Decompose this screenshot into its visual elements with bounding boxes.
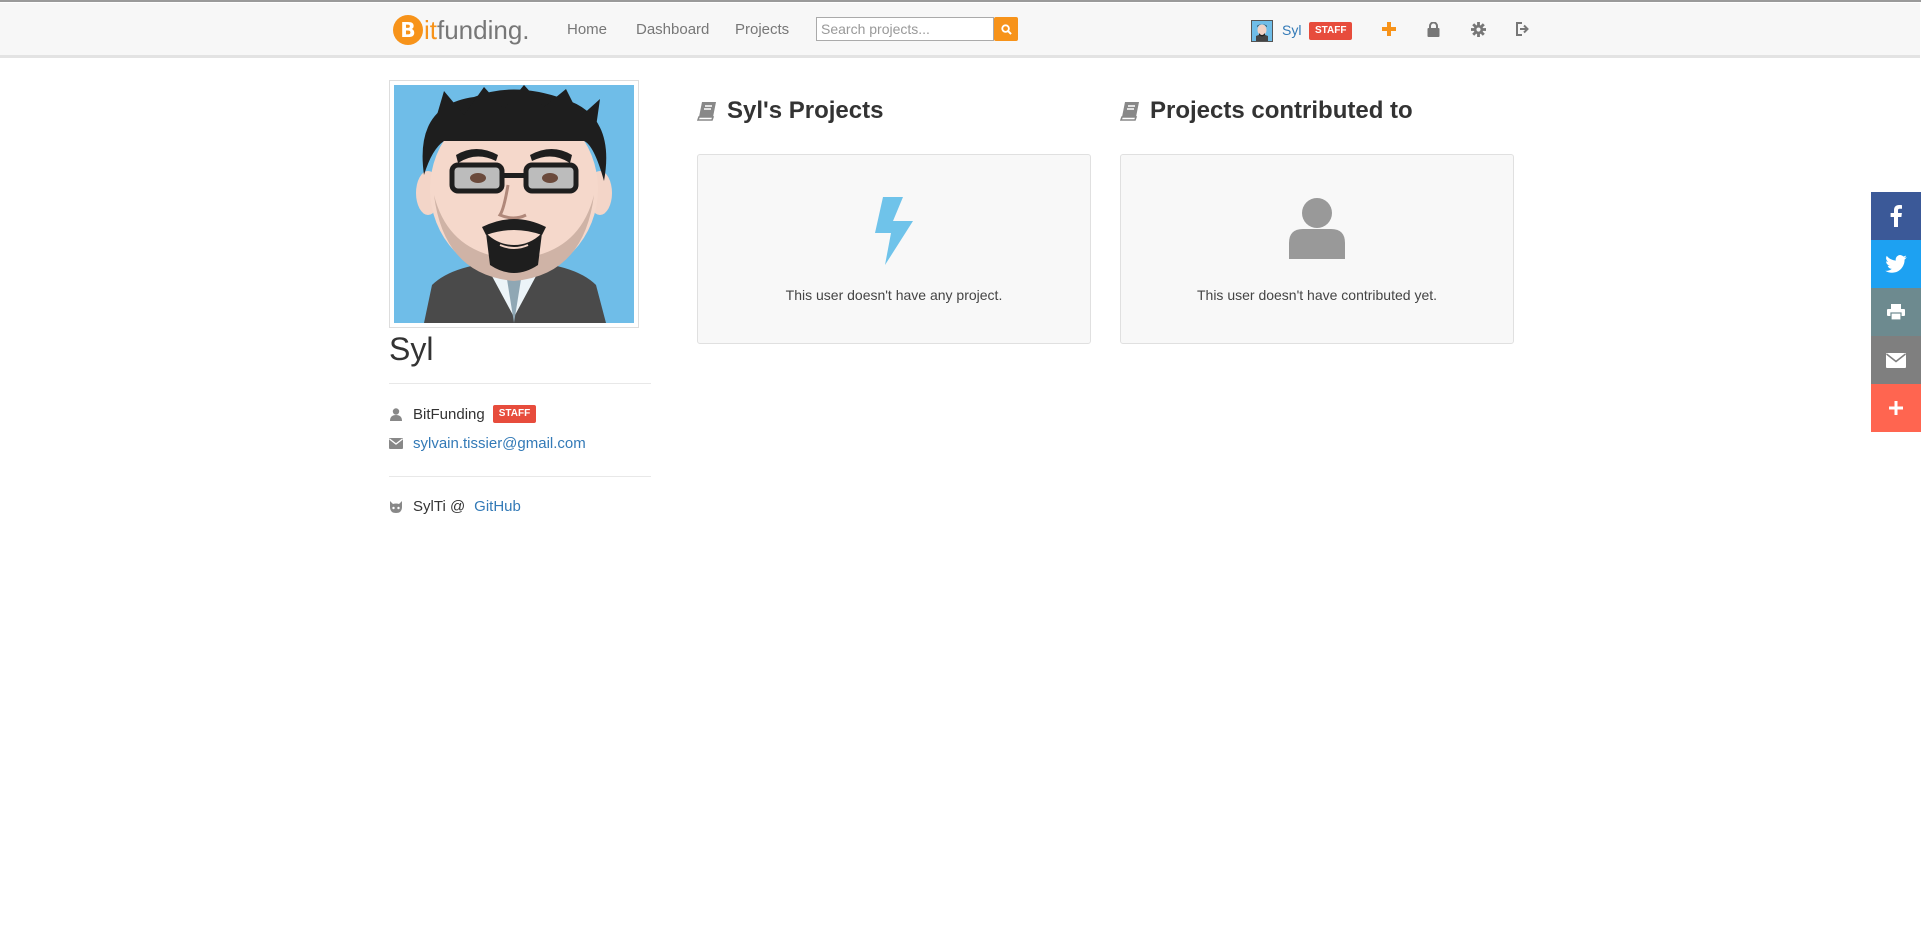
share-email-button[interactable] bbox=[1871, 336, 1921, 384]
contributed-projects-heading: Projects contributed to bbox=[1120, 97, 1413, 125]
no-contributions-message: This user doesn't have contributed yet. bbox=[1196, 287, 1438, 303]
nav-username[interactable]: Syl bbox=[1282, 22, 1301, 38]
facebook-icon bbox=[1890, 205, 1902, 227]
divider bbox=[389, 383, 651, 384]
email-row: sylvain.tissier@gmail.com bbox=[389, 435, 586, 452]
user-icon bbox=[389, 407, 403, 421]
company-row: BitFunding STAFF bbox=[389, 405, 537, 423]
own-projects-heading: Syl's Projects bbox=[697, 97, 883, 125]
add-project-icon[interactable] bbox=[1380, 20, 1398, 38]
contributed-projects-panel: This user doesn't have contributed yet. bbox=[1120, 154, 1514, 344]
share-facebook-button[interactable] bbox=[1871, 192, 1921, 240]
brand-logo[interactable]: B it funding. bbox=[393, 14, 530, 46]
search-input[interactable] bbox=[816, 17, 994, 41]
github-link[interactable]: GitHub bbox=[474, 498, 521, 515]
github-username: SylTi @ bbox=[413, 498, 466, 515]
brand-text: funding. bbox=[437, 14, 530, 45]
book-icon bbox=[1120, 101, 1140, 121]
brand-text-accent: it bbox=[424, 14, 437, 45]
own-projects-panel: This user doesn't have any project. bbox=[697, 154, 1091, 344]
nav-dashboard[interactable]: Dashboard bbox=[636, 21, 709, 38]
nav-home[interactable]: Home bbox=[567, 21, 607, 38]
github-icon bbox=[389, 500, 403, 514]
logout-icon[interactable] bbox=[1513, 20, 1531, 38]
share-print-button[interactable] bbox=[1871, 288, 1921, 336]
lock-icon[interactable] bbox=[1424, 20, 1442, 38]
divider bbox=[389, 476, 651, 477]
window-top-border bbox=[0, 0, 1921, 2]
bitcoin-logo-icon: B bbox=[393, 15, 423, 45]
share-twitter-button[interactable] bbox=[1871, 240, 1921, 288]
search-icon bbox=[1000, 23, 1012, 35]
plus-icon bbox=[1889, 401, 1903, 415]
envelope-icon bbox=[389, 437, 403, 451]
top-navbar: B it funding. Home Dashboard Projects Sy… bbox=[0, 3, 1920, 58]
profile-name: Syl bbox=[389, 331, 434, 367]
no-projects-message: This user doesn't have any project. bbox=[785, 287, 1003, 303]
gear-icon[interactable] bbox=[1469, 20, 1487, 38]
own-projects-title: Syl's Projects bbox=[727, 97, 884, 124]
profile-avatar bbox=[389, 80, 639, 328]
book-icon bbox=[697, 101, 717, 121]
print-icon bbox=[1887, 304, 1905, 320]
envelope-icon bbox=[1886, 352, 1906, 368]
contributed-projects-title: Projects contributed to bbox=[1150, 97, 1413, 124]
user-avatar-small[interactable] bbox=[1251, 20, 1273, 42]
staff-badge: STAFF bbox=[492, 405, 537, 423]
user-icon bbox=[1289, 197, 1345, 264]
nav-projects[interactable]: Projects bbox=[735, 21, 789, 38]
share-more-button[interactable] bbox=[1871, 384, 1921, 432]
profile-avatar-image bbox=[394, 85, 634, 323]
lightning-icon bbox=[873, 197, 915, 270]
github-row: SylTi @ GitHub bbox=[389, 498, 521, 515]
staff-badge: STAFF bbox=[1309, 22, 1353, 40]
company-name: BitFunding bbox=[413, 405, 485, 423]
email-link[interactable]: sylvain.tissier@gmail.com bbox=[413, 435, 586, 452]
twitter-icon bbox=[1885, 255, 1907, 273]
search-button[interactable] bbox=[994, 17, 1018, 41]
